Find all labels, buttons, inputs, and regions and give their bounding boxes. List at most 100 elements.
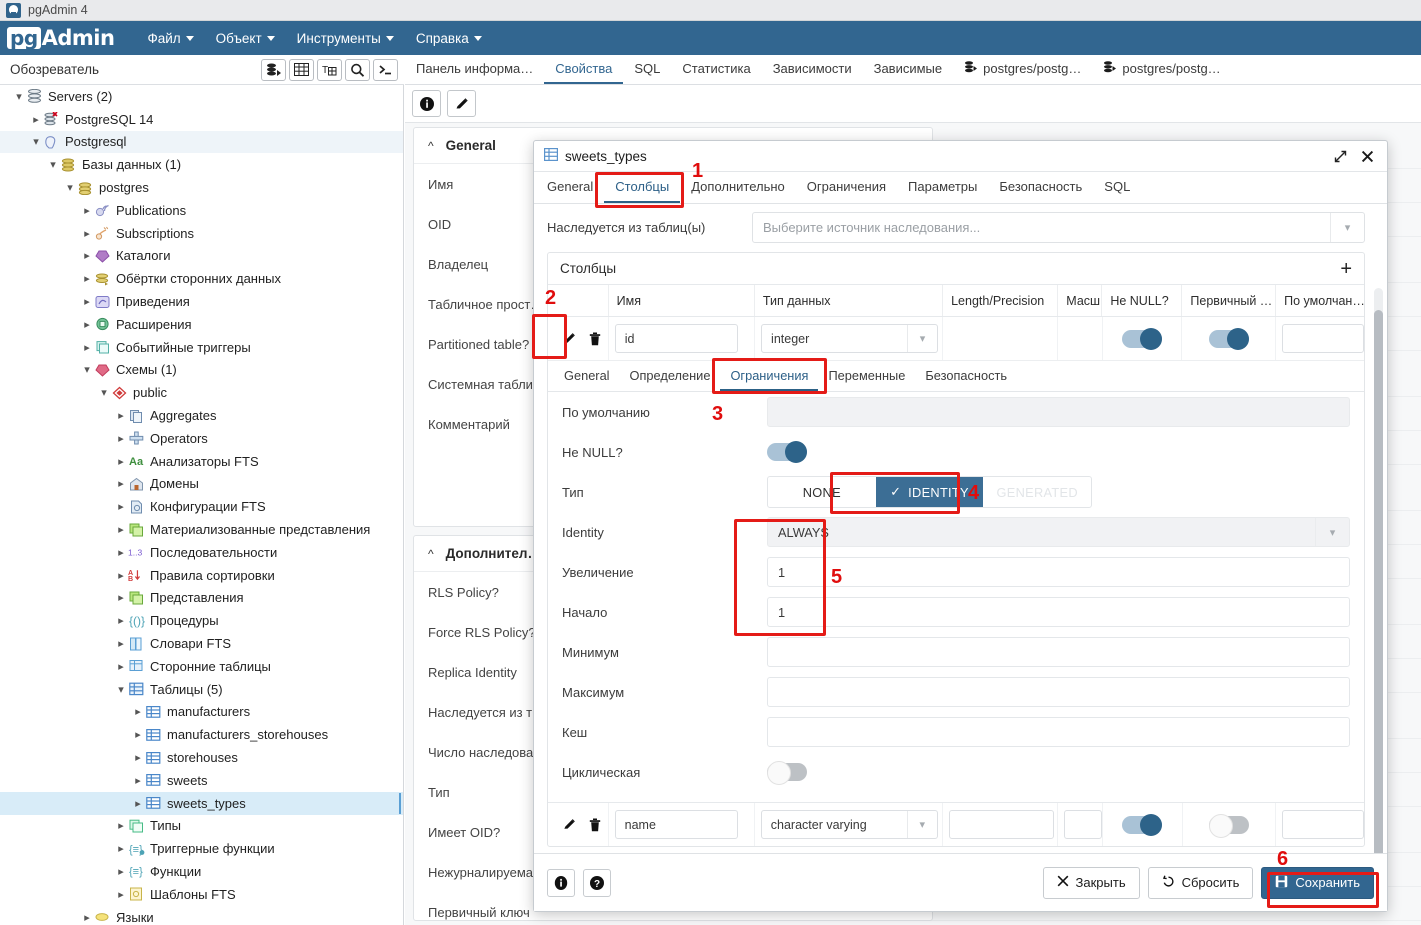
coltab-definition[interactable]: Определение — [620, 361, 721, 391]
chevron-right-icon[interactable]: ▸ — [114, 614, 128, 627]
menu-object[interactable]: Объект — [205, 27, 286, 50]
terminal-icon[interactable] — [373, 58, 398, 81]
chevron-right-icon[interactable]: ▸ — [80, 249, 94, 262]
tree-item-схемы-1[interactable]: ▾ Схемы (1) — [0, 359, 403, 382]
column-default-input[interactable] — [1282, 810, 1364, 839]
chevron-down-icon[interactable]: ▾ — [29, 135, 43, 148]
dialog-tab-constraints[interactable]: Ограничения — [796, 172, 897, 203]
chevron-right-icon[interactable]: ▸ — [80, 341, 94, 354]
tree-item-типы[interactable]: ▸ Типы — [0, 815, 403, 838]
menu-file[interactable]: Файл — [136, 27, 204, 50]
tree-item-storehouses[interactable]: ▸ storehouses — [0, 746, 403, 769]
chevron-right-icon[interactable]: ▸ — [114, 819, 128, 832]
seg-none[interactable]: NONE — [768, 477, 876, 507]
dialog-tab-columns[interactable]: Столбцы — [604, 172, 681, 203]
coltab-variables[interactable]: Переменные — [818, 361, 915, 391]
chevron-right-icon[interactable]: ▸ — [114, 500, 128, 513]
chevron-right-icon[interactable]: ▸ — [114, 660, 128, 673]
tree-item-расширения[interactable]: ▸ Расширения — [0, 313, 403, 336]
chevron-right-icon[interactable]: ▸ — [80, 295, 94, 308]
tree-item-manufacturers-storehouses[interactable]: ▸ manufacturers_storehouses — [0, 723, 403, 746]
tree-item-триггерные-функции[interactable]: ▸ {≡} Триггерные функции — [0, 837, 403, 860]
tab-query-tool-2[interactable]: postgres/postg… — [1092, 55, 1231, 84]
reset-button[interactable]: Сбросить — [1147, 866, 1254, 899]
tree-item-postgres[interactable]: ▾ postgres — [0, 176, 403, 199]
field-default-input[interactable] — [767, 397, 1350, 427]
chevron-down-icon[interactable]: ▾ — [97, 386, 111, 399]
chevron-right-icon[interactable]: ▸ — [80, 318, 94, 331]
cell-length[interactable] — [943, 317, 1059, 360]
grid-icon[interactable] — [289, 58, 314, 81]
trash-icon[interactable] — [584, 328, 606, 350]
tree-item-словари-fts[interactable]: ▸ Словари FTS — [0, 632, 403, 655]
chevron-right-icon[interactable]: ▸ — [114, 569, 128, 582]
chevron-right-icon[interactable]: ▸ — [131, 751, 145, 764]
info-button[interactable] — [412, 90, 441, 117]
tree-item-postgresql[interactable]: ▾ Postgresql — [0, 130, 403, 154]
tree-item-приведения[interactable]: ▸ Приведения — [0, 290, 403, 313]
chevron-right-icon[interactable]: ▸ — [114, 888, 128, 901]
chevron-right-icon[interactable]: ▸ — [114, 455, 128, 468]
tree-item-обёртки-сторонних-данных[interactable]: ▸ Обёртки сторонних данных — [0, 267, 403, 290]
tree-item-sweets-types[interactable]: ▸ sweets_types — [0, 791, 403, 815]
tree-item-publications[interactable]: ▸ Publications — [0, 199, 403, 222]
properties-toolbar[interactable] — [405, 85, 1421, 123]
expand-icon[interactable] — [1330, 146, 1350, 166]
menu-tools[interactable]: Инструменты — [286, 27, 405, 50]
tree-item-процедуры[interactable]: ▸{()} Процедуры — [0, 609, 403, 632]
tree-item-правила-сортировки[interactable]: ▸ A B Правила сортировки — [0, 564, 403, 587]
primary-key-toggle[interactable] — [1208, 813, 1249, 838]
chevron-right-icon[interactable]: ▸ — [29, 113, 43, 126]
info-icon[interactable] — [547, 868, 575, 897]
field-cache-input[interactable] — [767, 717, 1350, 747]
tree-item-operators[interactable]: ▸ Operators — [0, 427, 403, 450]
save-button[interactable]: Сохранить — [1261, 866, 1374, 899]
field-maximum-input[interactable] — [767, 677, 1350, 707]
chevron-right-icon[interactable]: ▸ — [80, 204, 94, 217]
field-cyclic-toggle[interactable] — [767, 761, 807, 785]
not-null-toggle[interactable] — [1122, 813, 1163, 836]
add-server-icon[interactable] — [261, 58, 286, 81]
chevron-right-icon[interactable]: ▸ — [131, 705, 145, 718]
field-start-input[interactable]: 1 — [767, 597, 1350, 627]
filter-icon[interactable]: T — [317, 58, 342, 81]
tree-item-servers-2[interactable]: ▾ Servers (2) — [0, 85, 403, 108]
dialog-scrollbar-thumb[interactable] — [1374, 310, 1383, 853]
close-button[interactable]: Закрыть — [1042, 866, 1140, 899]
chevron-right-icon[interactable]: ▸ — [131, 774, 145, 787]
column-name-input[interactable]: id — [614, 324, 738, 353]
chevron-right-icon[interactable]: ▸ — [114, 865, 128, 878]
column-name-input[interactable]: name — [614, 810, 738, 839]
tree-item-материализованные-представления[interactable]: ▸ Материализованные представления — [0, 518, 403, 541]
tab-properties[interactable]: Свойства — [544, 55, 624, 84]
cell-scale[interactable] — [1058, 317, 1103, 360]
tab-dependencies[interactable]: Зависимости — [762, 55, 863, 84]
chevron-right-icon[interactable]: ▸ — [131, 728, 145, 741]
tree-item-manufacturers[interactable]: ▸ manufacturers — [0, 701, 403, 724]
tree-item-языки[interactable]: ▸ Языки — [0, 906, 403, 925]
dialog-tab-general[interactable]: General — [536, 172, 604, 203]
chevron-right-icon[interactable]: ▸ — [80, 272, 94, 285]
tree-item-базы-данных-1[interactable]: ▾ Базы данных (1) — [0, 153, 403, 176]
dialog-scrollbar[interactable] — [1374, 288, 1383, 853]
chevron-down-icon[interactable]: ▾ — [63, 181, 77, 194]
coltab-general[interactable]: General — [554, 361, 620, 391]
chevron-down-icon[interactable]: ▾ — [114, 683, 128, 696]
trash-icon[interactable] — [584, 814, 606, 836]
chevron-down-icon[interactable]: ▾ — [80, 363, 94, 376]
help-icon[interactable]: ? — [583, 868, 611, 897]
field-identity-select[interactable]: ALWAYS ▾ — [767, 517, 1350, 547]
column-scale-input[interactable] — [1063, 810, 1102, 839]
chevron-right-icon[interactable]: ▸ — [114, 409, 128, 422]
identity-type-segmented[interactable]: NONE ✓ IDENTITY GENERATED — [767, 476, 1092, 508]
chevron-right-icon[interactable]: ▸ — [114, 546, 128, 559]
coltab-security[interactable]: Безопасность — [915, 361, 1017, 391]
seg-generated[interactable]: GENERATED — [983, 477, 1091, 507]
tree-item-событийные-триггеры[interactable]: ▸ Событийные триггеры — [0, 336, 403, 359]
pencil-icon[interactable] — [558, 814, 580, 836]
edit-button[interactable] — [447, 90, 476, 117]
tree-item-домены[interactable]: ▸ Домены — [0, 473, 403, 496]
tree-item-postgresql-14[interactable]: ▸ PostgreSQL 14 — [0, 108, 403, 131]
column-datatype-select[interactable]: character varying ▾ — [760, 810, 938, 839]
tree-item-представления[interactable]: ▸ Представления — [0, 587, 403, 610]
